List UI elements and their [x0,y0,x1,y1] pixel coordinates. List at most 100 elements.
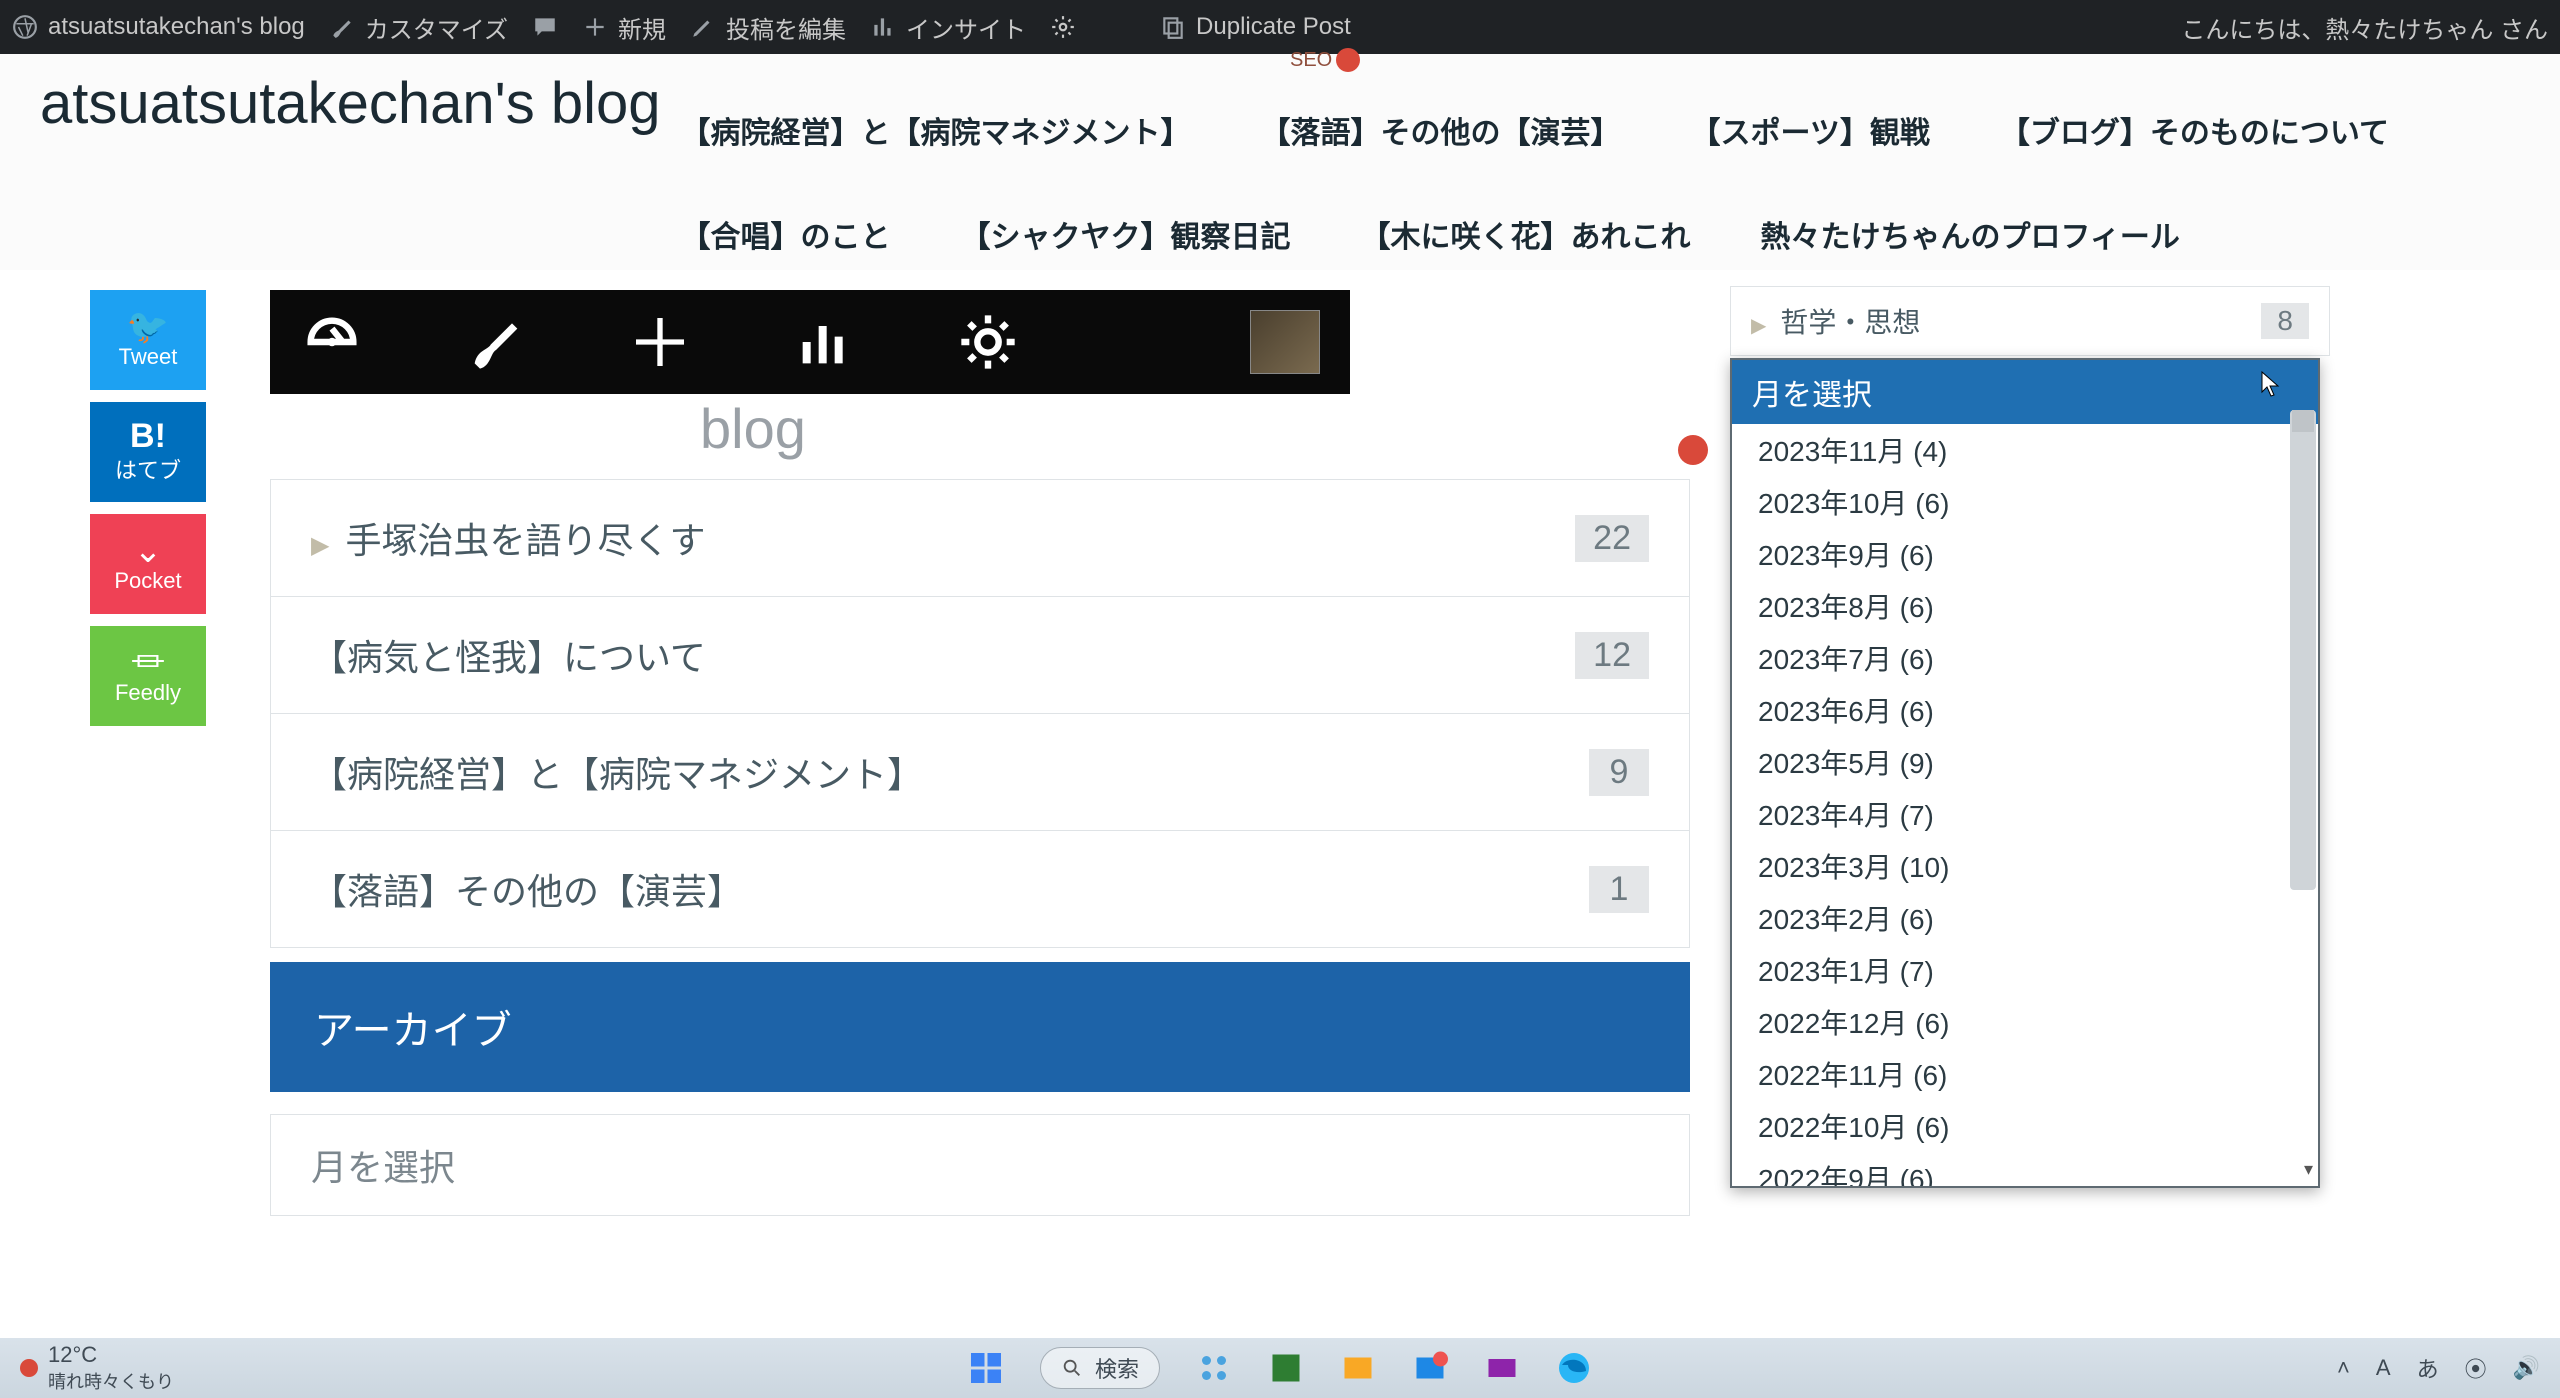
category-list: ▶手塚治虫を語り尽くす 22 【病気と怪我】について 12 【病院経営】と【病院… [270,479,1690,948]
dropdown-option[interactable]: 2022年10月 (6) [1732,1100,2318,1152]
wifi-icon[interactable]: ⦿ [2465,1352,2487,1384]
dropdown-option[interactable]: 2022年12月 (6) [1732,996,2318,1048]
taskbar-app-icon[interactable] [1412,1350,1448,1386]
main-area: 🐦 Tweet B! はてブ ⌄ Pocket ⏛ Feedly [0,270,2560,1298]
admin-edit-post[interactable]: 投稿を編集 [690,10,846,45]
content-column: blog ▶手塚治虫を語り尽くす 22 【病気と怪我】について 12 【病院経営… [230,270,1730,1298]
nav-item[interactable]: 【ブログ】そのものについて [2000,108,2389,152]
dropdown-option[interactable]: 2023年1月 (7) [1732,944,2318,996]
dropdown-option[interactable]: 2023年4月 (7) [1732,788,2318,840]
taskbar-weather[interactable]: 12°C 晴れ時々くもり [20,1342,174,1394]
archive-month-dropdown[interactable]: 月を選択 ▴ 2023年11月 (4)2023年10月 (6)2023年9月 (… [1730,358,2320,1188]
dropdown-selected[interactable]: 月を選択 [1732,360,2318,424]
admin-greeting[interactable]: こんにちは、熱々たけちゃん さん [2181,10,2548,45]
admin-insight[interactable]: インサイト [870,10,1026,45]
feedly-button[interactable]: ⏛ Feedly [90,626,206,726]
hatebu-label: はてブ [115,453,181,485]
seo-label: SEO [1290,49,1332,72]
social-share-rail: 🐦 Tweet B! はてブ ⌄ Pocket ⏛ Feedly [0,270,230,1298]
nav-item[interactable]: 【木に咲く花】あれこれ [1361,212,1691,256]
hatebu-icon: B! [130,419,166,453]
pocket-button[interactable]: ⌄ Pocket [90,514,206,614]
comment-icon [532,14,558,40]
user-avatar[interactable] [1250,310,1320,374]
gear-large-icon[interactable] [956,310,1020,374]
nav-item[interactable]: 熱々たけちゃんのプロフィール [1761,212,2180,256]
taskbar-app-icon[interactable] [1268,1350,1304,1386]
admin-gear[interactable] [1050,14,1076,40]
windows-taskbar: 12°C 晴れ時々くもり 検索 ˄ A あ ⦿ 🔊 [0,1338,2560,1398]
sidebar-category-row[interactable]: ▶哲学・思想 8 [1730,286,2330,356]
admin-site-link[interactable]: atsuatsutakechan's blog [12,13,305,41]
taskbar-search-label: 検索 [1095,1352,1139,1384]
admin-insight-label: インサイト [906,10,1026,45]
category-count: 1 [1589,866,1649,913]
admin-greeting-text: こんにちは、熱々たけちゃん さん [2181,10,2548,45]
sidebar-category-label: 哲学・思想 [1780,307,1920,338]
wordpress-icon [12,14,38,40]
hatebu-button[interactable]: B! はてブ [90,402,206,502]
dropdown-option[interactable]: 2023年2月 (6) [1732,892,2318,944]
category-label: 手塚治虫を語り尽くす [345,520,705,561]
triangle-right-icon: ▶ [311,532,329,559]
admin-new[interactable]: 新規 [582,10,666,45]
nav-item[interactable]: 【病院経営】と【病院マネジメント】 [681,108,1191,152]
dashboard-icon[interactable] [300,310,364,374]
dropdown-option[interactable]: 2023年9月 (6) [1732,528,2318,580]
admin-comments[interactable] [532,14,558,40]
tweet-button[interactable]: 🐦 Tweet [90,290,206,390]
chevron-up-icon[interactable]: ˄ [2337,1355,2350,1381]
tweet-label: Tweet [119,344,178,370]
gear-icon [1050,14,1076,40]
dropdown-option[interactable]: 2022年11月 (6) [1732,1048,2318,1100]
taskbar-search[interactable]: 検索 [1040,1347,1160,1389]
category-row[interactable]: 【病院経営】と【病院マネジメント】 9 [271,714,1689,831]
scroll-down-icon[interactable]: ▾ [2304,1159,2313,1180]
dropdown-option[interactable]: 2023年5月 (9) [1732,736,2318,788]
seo-alert-icon [1336,48,1360,72]
nav-item[interactable]: 【シャクヤク】観察日記 [961,212,1291,256]
dropdown-option[interactable]: 2023年8月 (6) [1732,580,2318,632]
windows-start-icon[interactable] [968,1350,1004,1386]
feedly-label: Feedly [115,680,181,706]
category-count: 9 [1589,749,1649,796]
admin-new-label: 新規 [618,10,666,45]
dropdown-option[interactable]: 2023年10月 (6) [1732,476,2318,528]
admin-customize[interactable]: カスタマイズ [329,10,508,45]
ime-kana[interactable]: あ [2417,1352,2439,1384]
nav-item[interactable]: 【合唱】のこと [681,212,891,256]
site-title[interactable]: atsuatsutakechan's blog [40,72,661,136]
category-count: 12 [1575,632,1649,679]
admin-customize-label: カスタマイズ [365,10,508,45]
archive-select[interactable]: 月を選択 [270,1114,1690,1216]
archive-heading: アーカイブ [270,962,1690,1092]
nav-item[interactable]: 【落語】その他の【演芸】 [1261,108,1621,152]
stats-icon[interactable] [792,310,856,374]
wp-admin-bar: atsuatsutakechan's blog カスタマイズ 新規 投稿を編集 … [0,0,2560,54]
plus-large-icon[interactable] [628,310,692,374]
dropdown-option[interactable]: 2023年7月 (6) [1732,632,2318,684]
taskbar-app-icon[interactable] [1196,1350,1232,1386]
triangle-right-icon: ▶ [1751,315,1766,337]
taskbar-app-icon[interactable] [1340,1350,1376,1386]
seo-alert-icon [1678,435,1708,465]
edge-icon[interactable] [1556,1350,1592,1386]
dropdown-listbox[interactable]: 2023年11月 (4)2023年10月 (6)2023年9月 (6)2023年… [1732,424,2318,1186]
taskbar-app-icon[interactable] [1484,1350,1520,1386]
taskbar-center: 検索 [968,1347,1592,1389]
brush-large-icon[interactable] [464,310,528,374]
nav-item[interactable]: 【スポーツ】観戦 [1691,108,1930,152]
category-row[interactable]: 【落語】その他の【演芸】 1 [271,831,1689,947]
admin-duplicate[interactable]: Duplicate Post [1160,13,1351,41]
dropdown-option[interactable]: 2023年3月 (10) [1732,840,2318,892]
alert-dot-icon [20,1359,38,1377]
scrollbar-thumb[interactable] [2290,410,2316,890]
dropdown-option[interactable]: 2023年6月 (6) [1732,684,2318,736]
category-row[interactable]: 【病気と怪我】について 12 [271,597,1689,714]
category-row[interactable]: ▶手塚治虫を語り尽くす 22 [271,480,1689,597]
dropdown-option[interactable]: 2022年9月 (6) [1732,1152,2318,1186]
ime-a[interactable]: A [2376,1355,2391,1381]
volume-icon[interactable]: 🔊 [2513,1355,2540,1381]
dropdown-option[interactable]: 2023年11月 (4) [1732,424,2318,476]
category-label: 【病気と怪我】について [311,629,706,681]
